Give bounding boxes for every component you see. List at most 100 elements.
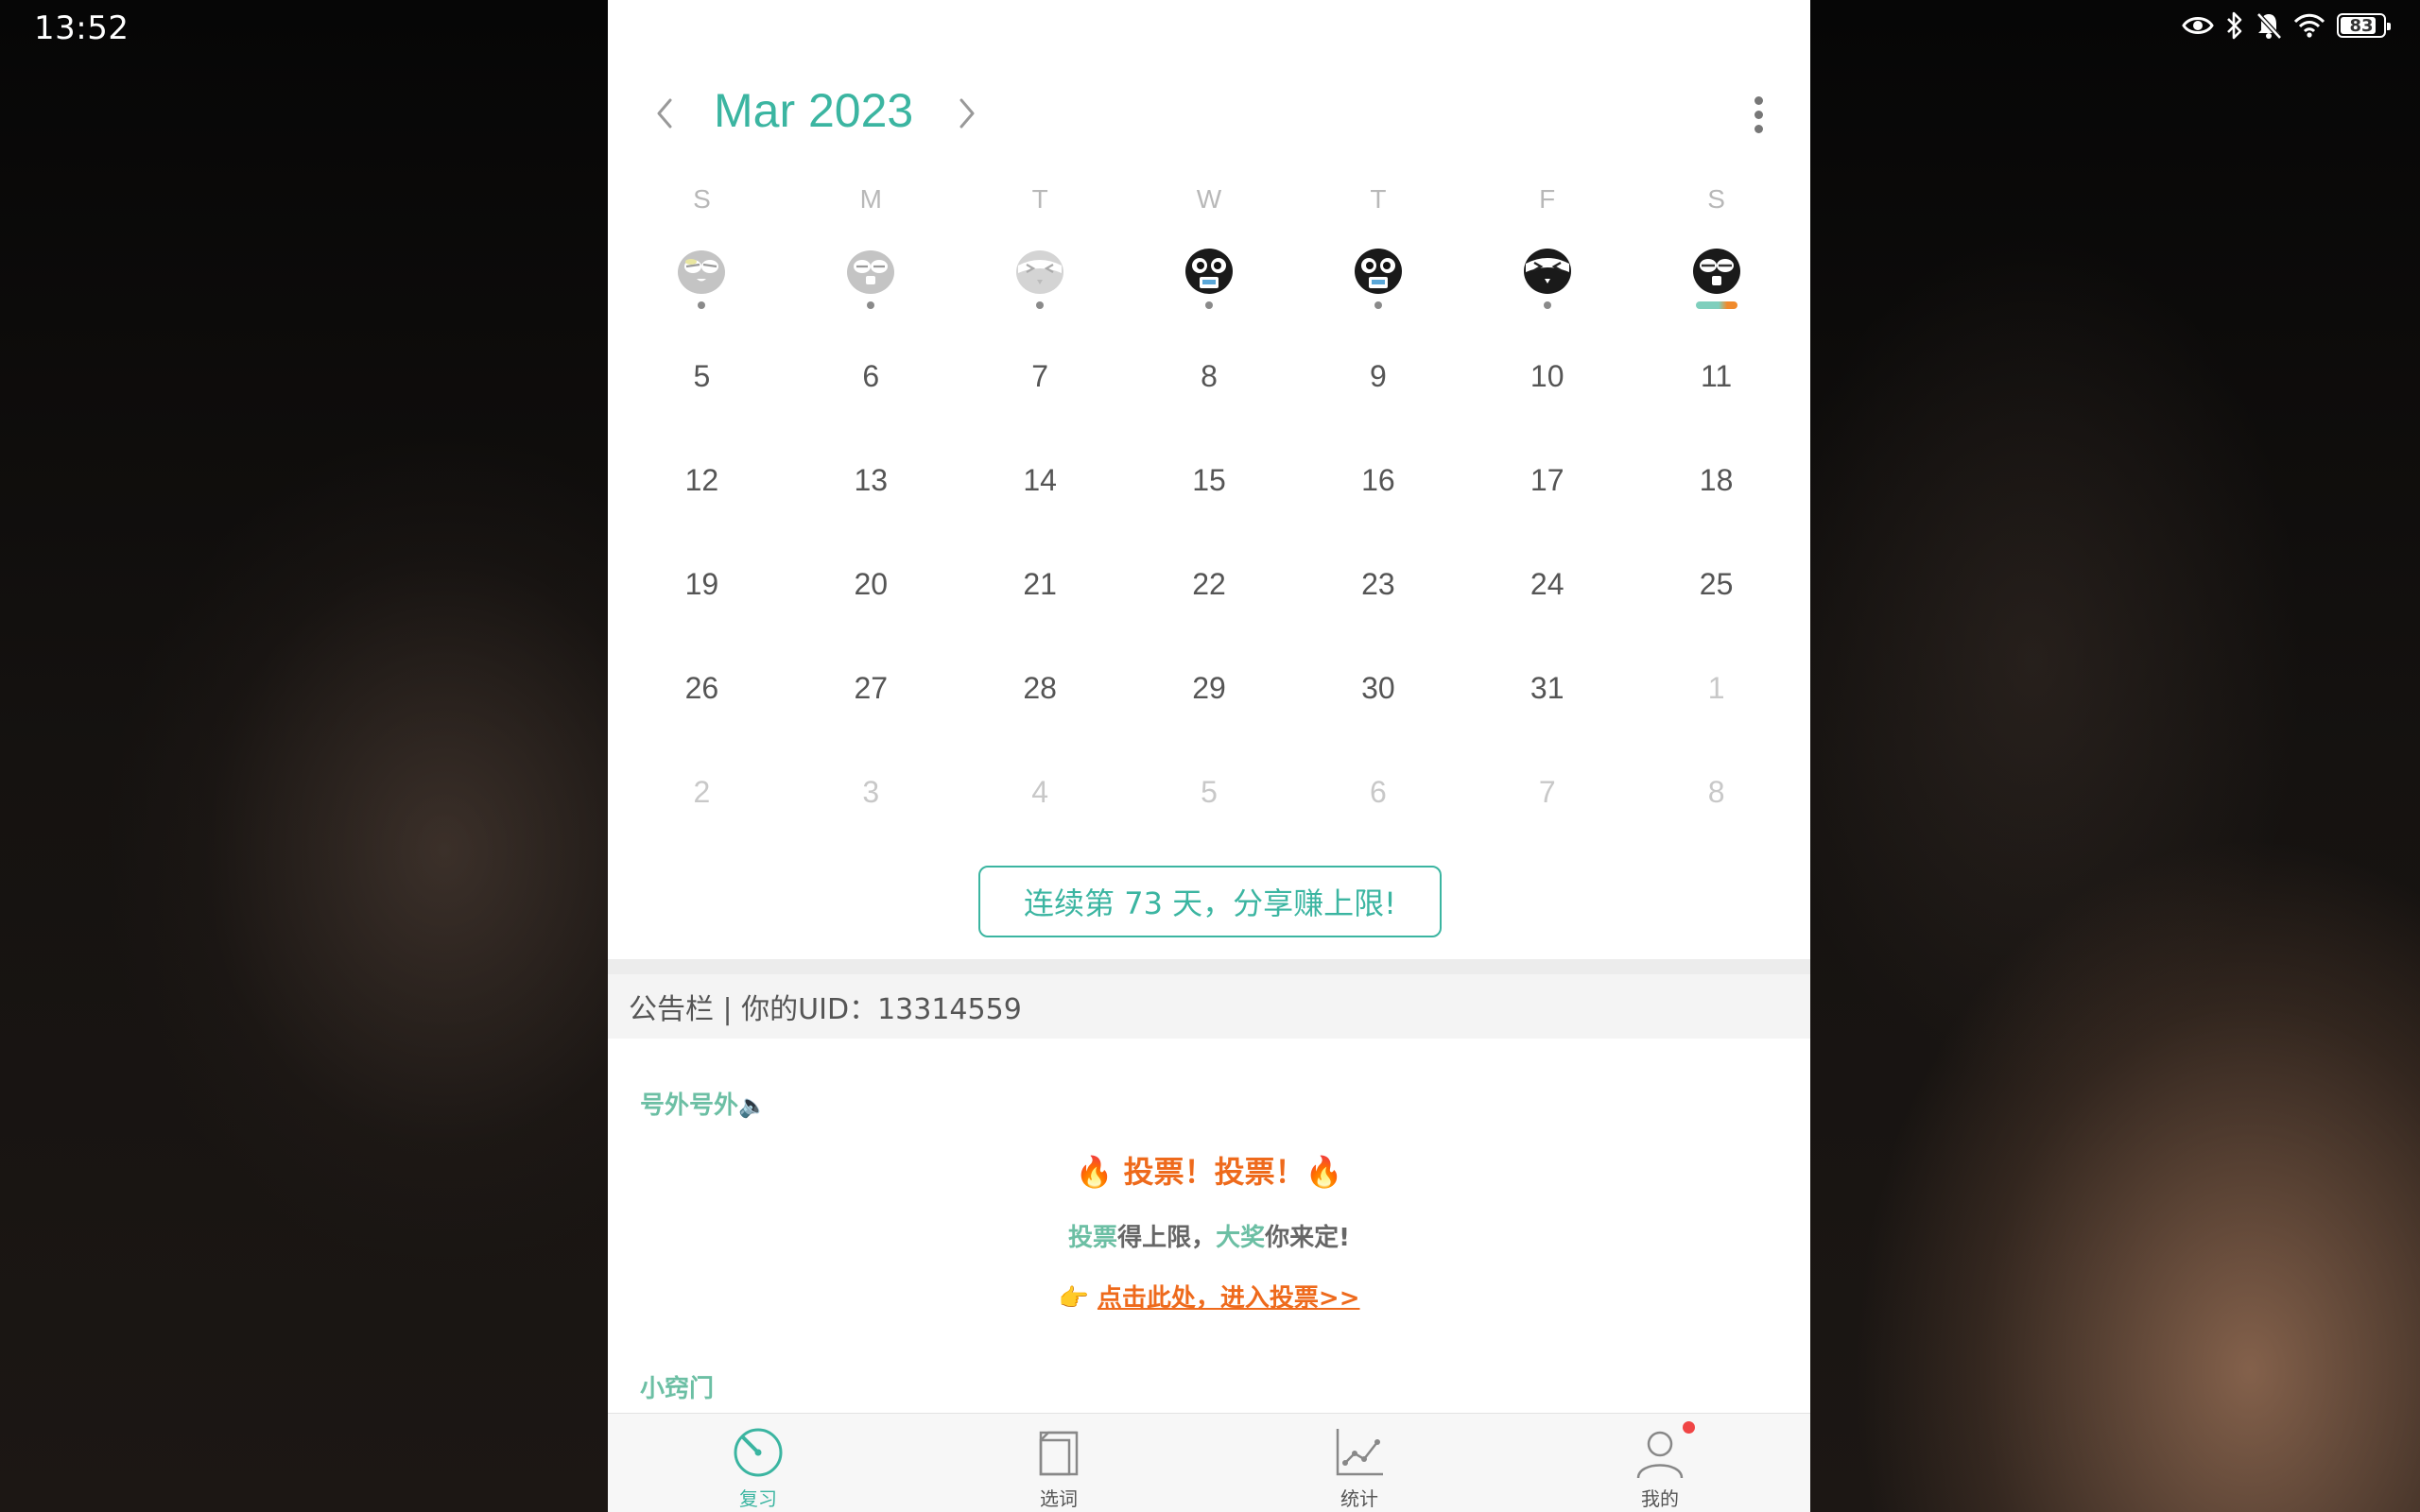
- day-cell[interactable]: 14: [956, 428, 1125, 532]
- streak-share-button[interactable]: 连续第 73 天，分享赚上限!: [978, 866, 1442, 937]
- day-cell[interactable]: [786, 225, 956, 329]
- day-number: 20: [854, 566, 889, 601]
- day-cell[interactable]: 11: [1632, 324, 1801, 428]
- section-divider: [608, 959, 1810, 974]
- battery-level-text: 83: [2349, 15, 2374, 36]
- day-cell[interactable]: 25: [1632, 532, 1801, 636]
- more-options-button[interactable]: [1744, 91, 1772, 138]
- month-header: Mar 2023: [608, 76, 1810, 151]
- day-number: 28: [1023, 670, 1057, 705]
- day-cell[interactable]: 6: [1293, 740, 1462, 844]
- day-cell[interactable]: 13: [786, 428, 956, 532]
- day-number: 9: [1369, 358, 1387, 393]
- day-cell[interactable]: [956, 225, 1125, 329]
- status-icons: 83: [2182, 11, 2391, 40]
- day-cell[interactable]: [617, 225, 786, 329]
- chart-icon: [1336, 1429, 1383, 1476]
- day-cell[interactable]: [1462, 225, 1632, 329]
- day-cell[interactable]: 16: [1293, 428, 1462, 532]
- day-cell[interactable]: 30: [1293, 636, 1462, 740]
- status-bar: 13:52 83: [0, 0, 2420, 57]
- day-cell[interactable]: 19: [617, 532, 786, 636]
- day-cell[interactable]: 26: [617, 636, 786, 740]
- day-cell[interactable]: 22: [1125, 532, 1294, 636]
- day-number: 18: [1699, 462, 1734, 497]
- week-row: 19 20 21 22 23 24 25: [608, 532, 1810, 636]
- day-number: 8: [1707, 774, 1725, 809]
- day-number: 24: [1530, 566, 1564, 601]
- bottom-tab-bar: 复习 选词 统计 我的: [608, 1413, 1810, 1512]
- next-month-button[interactable]: [948, 94, 986, 132]
- day-cell[interactable]: 5: [617, 324, 786, 428]
- owl-squint-gray-icon: [1016, 250, 1064, 294]
- tab-select-words[interactable]: 选词: [908, 1414, 1209, 1512]
- wifi-icon: [2293, 13, 2325, 38]
- weekday-label: S: [693, 184, 711, 214]
- day-cell[interactable]: 5: [1125, 740, 1294, 844]
- day-cell[interactable]: [1632, 225, 1801, 329]
- day-cell[interactable]: 9: [1293, 324, 1462, 428]
- day-number: 27: [854, 670, 889, 705]
- bluetooth-icon: [2227, 11, 2242, 40]
- day-number: 23: [1361, 566, 1395, 601]
- day-cell[interactable]: [1125, 225, 1294, 329]
- day-cell[interactable]: 21: [956, 532, 1125, 636]
- day-number: 21: [1023, 566, 1057, 601]
- day-cell[interactable]: 7: [956, 324, 1125, 428]
- vote-link[interactable]: 点击此处，进入投票>>: [1098, 1284, 1360, 1313]
- day-cell[interactable]: 20: [786, 532, 956, 636]
- more-dot: [1754, 110, 1763, 119]
- speaker-icon: 🔈: [738, 1092, 767, 1119]
- day-cell[interactable]: 1: [1632, 636, 1801, 740]
- month-title[interactable]: Mar 2023: [714, 83, 913, 138]
- chevron-right-icon: [959, 98, 975, 129]
- day-cell[interactable]: 28: [956, 636, 1125, 740]
- day-number: 4: [1031, 774, 1049, 809]
- eye-icon: [2182, 17, 2214, 34]
- vote-text: 你来定!: [1265, 1224, 1350, 1252]
- prev-month-button[interactable]: [646, 94, 683, 132]
- owl-gray-icon: [847, 250, 895, 294]
- day-cell[interactable]: 27: [786, 636, 956, 740]
- notification-badge: [1683, 1421, 1695, 1434]
- tab-review[interactable]: 复习: [608, 1414, 908, 1512]
- bell-off-icon: [2256, 12, 2282, 40]
- day-number: 12: [684, 462, 719, 497]
- day-number: 6: [862, 358, 880, 393]
- week-row: 12 13 14 15 16 17 18: [608, 428, 1810, 532]
- day-cell[interactable]: 29: [1125, 636, 1294, 740]
- day-cell[interactable]: 12: [617, 428, 786, 532]
- week-row: 26 27 28 29 30 31 1: [608, 636, 1810, 740]
- review-dial-icon: [734, 1428, 783, 1477]
- tab-statistics[interactable]: 统计: [1209, 1414, 1510, 1512]
- day-cell[interactable]: 10: [1462, 324, 1632, 428]
- owl-squint-black-icon: [1523, 249, 1571, 294]
- day-number: 30: [1361, 670, 1395, 705]
- day-cell[interactable]: 3: [786, 740, 956, 844]
- owl-black-book-icon: [1185, 249, 1233, 294]
- day-cell[interactable]: 31: [1462, 636, 1632, 740]
- battery-icon: 83: [2337, 13, 2391, 38]
- day-cell[interactable]: [1293, 225, 1462, 329]
- day-cell[interactable]: 15: [1125, 428, 1294, 532]
- day-cell[interactable]: 8: [1125, 324, 1294, 428]
- vote-keyword: 投票: [1068, 1224, 1118, 1252]
- day-cell[interactable]: 17: [1462, 428, 1632, 532]
- day-number: 26: [684, 670, 719, 705]
- tab-mine[interactable]: 我的: [1510, 1414, 1810, 1512]
- day-number: 14: [1023, 462, 1057, 497]
- day-cell[interactable]: 2: [617, 740, 786, 844]
- day-cell[interactable]: 4: [956, 740, 1125, 844]
- day-cell[interactable]: 23: [1293, 532, 1462, 636]
- vote-text: 得上限，: [1117, 1224, 1217, 1252]
- day-number: 25: [1699, 566, 1734, 601]
- day-cell[interactable]: 7: [1462, 740, 1632, 844]
- vote-link-line: 👉 点击此处，进入投票>>: [608, 1279, 1810, 1314]
- day-cell[interactable]: 24: [1462, 532, 1632, 636]
- day-cell[interactable]: 18: [1632, 428, 1801, 532]
- weekday-header: S M T W T F S: [608, 184, 1810, 215]
- more-dot: [1754, 95, 1763, 105]
- week-row: 5 6 7 8 9 10 11: [608, 324, 1810, 428]
- day-cell[interactable]: 8: [1632, 740, 1801, 844]
- day-cell[interactable]: 6: [786, 324, 956, 428]
